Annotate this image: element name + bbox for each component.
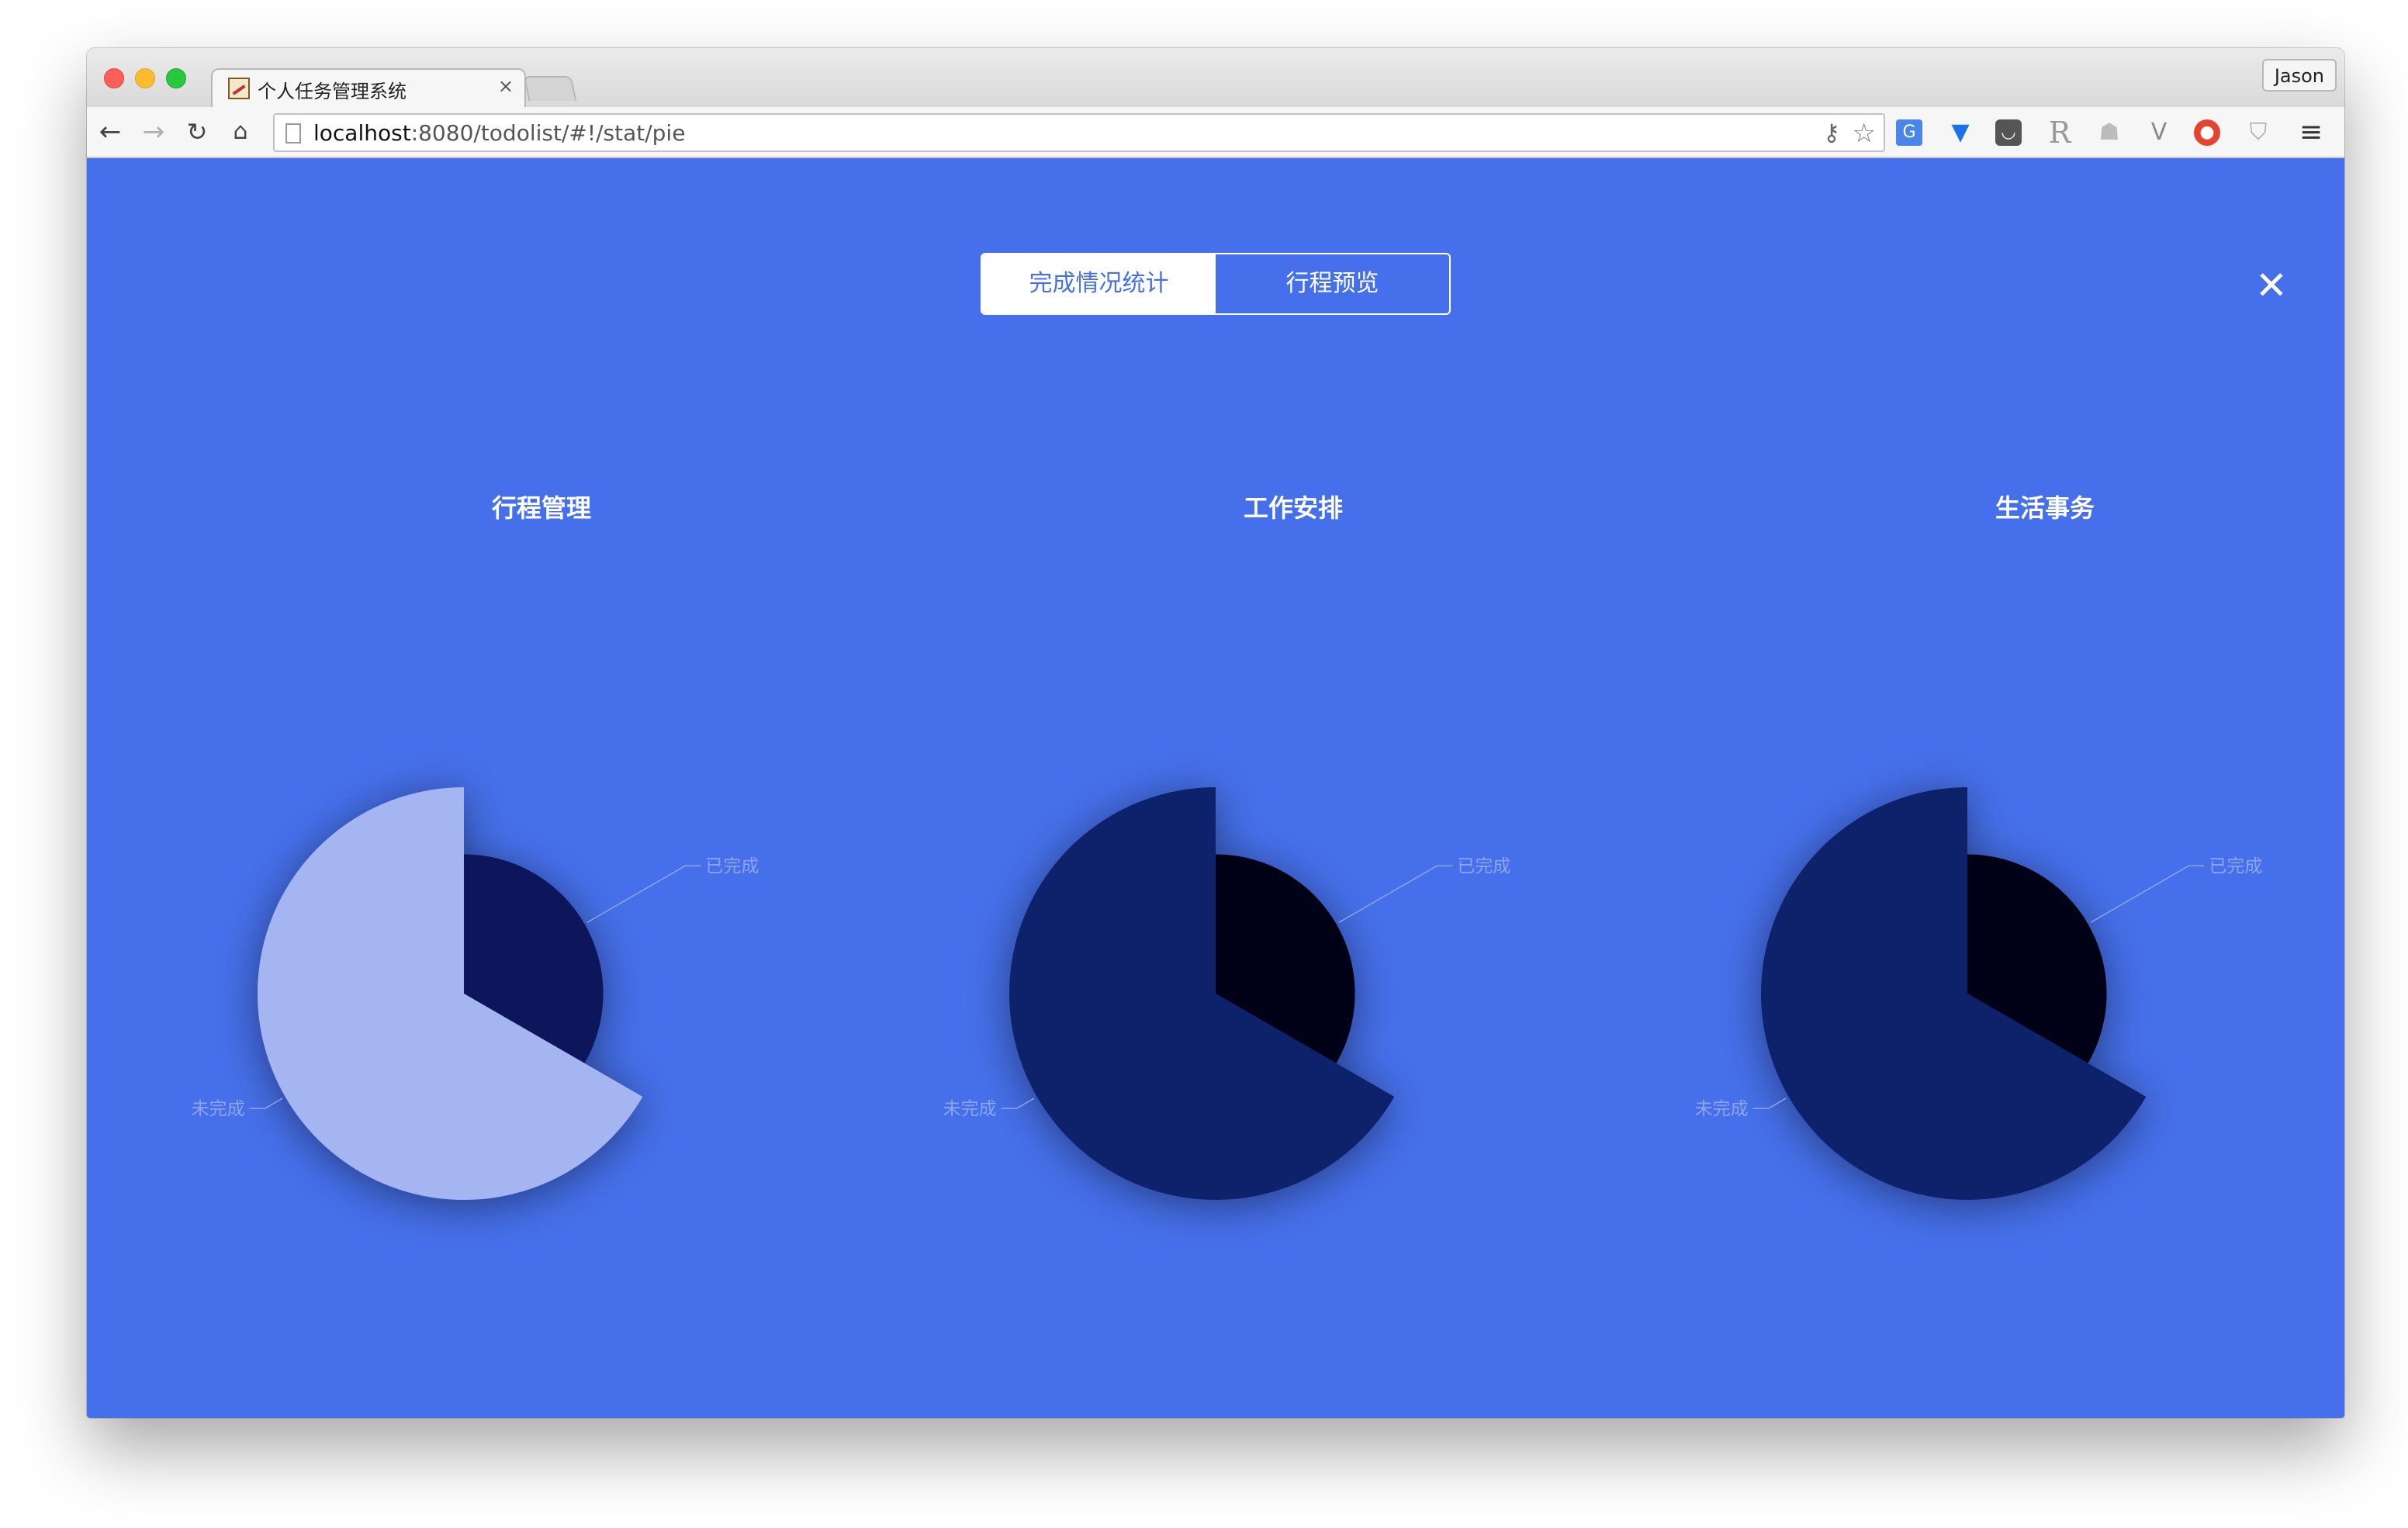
- browser-tab[interactable]: 个人任务管理系统 ×: [211, 68, 526, 107]
- pie-label: 已完成: [705, 856, 759, 876]
- url-text[interactable]: localhost:8080/todolist/#!/stat/pie: [313, 121, 685, 146]
- browser-window: 个人任务管理系统 × Jason ← → ↻ ⌂ localhost:8080/…: [87, 48, 2344, 1418]
- reload-icon[interactable]: ↻: [183, 116, 211, 147]
- red-extension-icon[interactable]: ●: [2194, 119, 2220, 146]
- tab-title: 个人任务管理系统: [258, 81, 407, 102]
- pie-charts: 已完成未完成 已完成未完成 已完成未完成: [192, 787, 2262, 1201]
- pocket-extension-icon[interactable]: ◡: [1995, 119, 2022, 146]
- home-icon[interactable]: ⌂: [227, 116, 254, 147]
- pie-leader-line: [586, 865, 701, 923]
- shield-extension-icon[interactable]: ⛉: [2244, 118, 2273, 147]
- profile-button[interactable]: Jason: [2261, 59, 2337, 92]
- new-tab-button[interactable]: [523, 76, 577, 101]
- back-icon[interactable]: ←: [96, 116, 124, 147]
- browser-toolbar: ← → ↻ ⌂ localhost:8080/todolist/#!/stat/…: [87, 107, 2344, 158]
- pie-chart-1: [1009, 787, 1395, 1201]
- address-bar[interactable]: localhost:8080/todolist/#!/stat/pie ⚷ ☆: [273, 113, 1885, 152]
- url-host: localhost: [313, 120, 411, 146]
- pie-leader-line: [1001, 1098, 1035, 1109]
- pie-chart-2: [1761, 787, 2147, 1201]
- bookmark-star-icon[interactable]: ☆: [1853, 118, 1876, 149]
- pie-leader-line: [1752, 1098, 1787, 1109]
- tab-close-icon[interactable]: ×: [498, 74, 514, 98]
- window-close-button[interactable]: [104, 68, 124, 88]
- key-icon[interactable]: ⚷: [1823, 119, 1840, 147]
- people-extension-icon[interactable]: ☗: [2095, 118, 2124, 147]
- pie-leader-line: [249, 1098, 283, 1109]
- vue-extension-icon[interactable]: V: [2144, 118, 2174, 147]
- pie-label: 未完成: [943, 1099, 997, 1119]
- translate-extension-icon[interactable]: G: [1896, 119, 1922, 146]
- pie-label: 未完成: [192, 1099, 245, 1119]
- pie-label: 已完成: [2209, 856, 2262, 876]
- pie-label: 未完成: [1695, 1099, 1749, 1119]
- pie-chart-0: [258, 787, 643, 1200]
- page-icon: [285, 123, 301, 143]
- forward-icon[interactable]: →: [140, 116, 168, 147]
- pie-leader-line: [2090, 865, 2205, 923]
- diamond-extension-icon[interactable]: ▼: [1946, 118, 1975, 147]
- pie-leader-line: [1338, 865, 1453, 923]
- pie-label: 已完成: [1457, 856, 1510, 876]
- favicon-icon: [228, 78, 250, 99]
- window-zoom-button[interactable]: [166, 68, 186, 88]
- tab-strip: 个人任务管理系统 × Jason: [87, 48, 2344, 107]
- window-minimize-button[interactable]: [135, 68, 155, 88]
- stat-page: ✕ 完成情况统计 行程预览 行程管理 工作安排 生活事务 已完成 未完成 已完成 未完…: [87, 158, 2344, 1418]
- r-extension-icon[interactable]: R: [2045, 118, 2074, 147]
- url-path: :8080/todolist/#!/stat/pie: [410, 120, 686, 146]
- menu-icon[interactable]: ≡: [2296, 118, 2326, 147]
